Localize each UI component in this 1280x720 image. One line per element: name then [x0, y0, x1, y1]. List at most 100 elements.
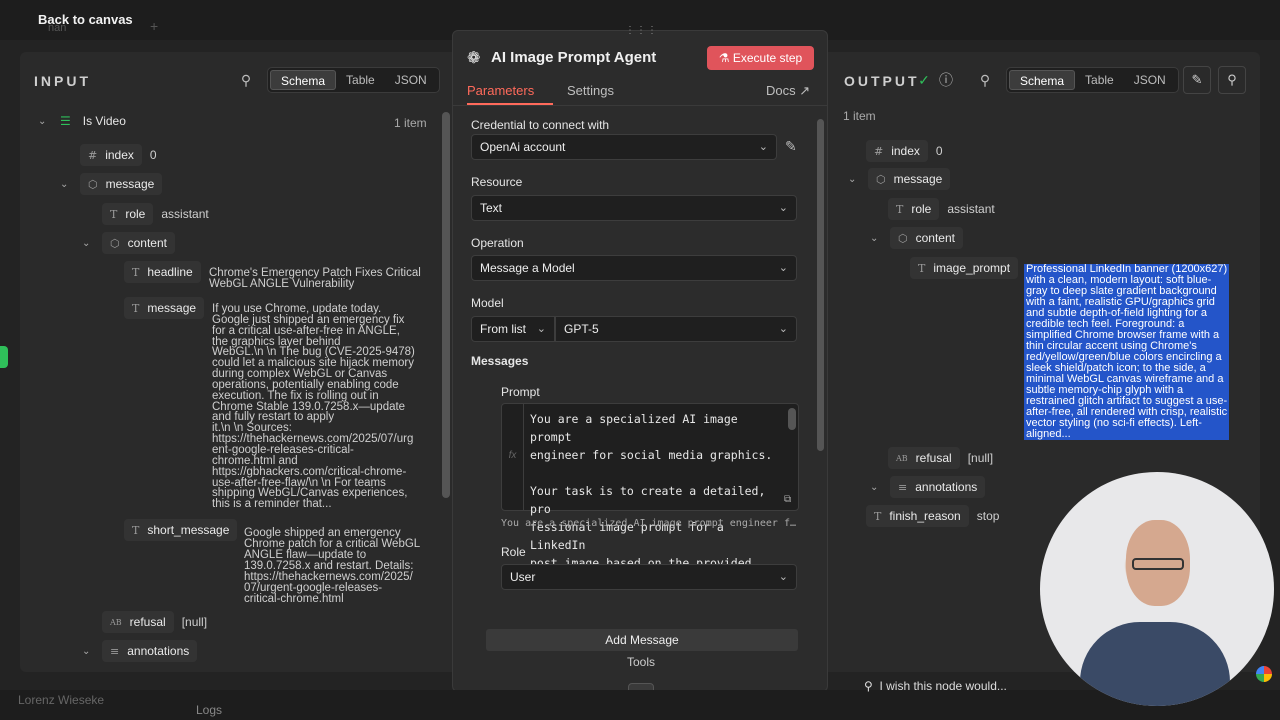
chevron-down-icon[interactable]: ⌄ [82, 238, 96, 249]
field-annotations[interactable]: ≡ annotations [102, 640, 198, 662]
node-row[interactable]: ⌄ ☰ Is Video [38, 114, 126, 128]
chevron-down-icon[interactable]: ⌄ [38, 116, 52, 127]
logs-tab[interactable]: Logs [196, 703, 222, 717]
ab-type-icon: AB [896, 453, 908, 463]
field-value: assistant [161, 207, 209, 221]
output-view-tabs: Schema Table JSON [1006, 67, 1179, 93]
chevron-down-icon[interactable]: ⌄ [870, 233, 884, 244]
field-content[interactable]: ⬡ content [102, 232, 175, 254]
tab-schema[interactable]: Schema [1009, 70, 1076, 90]
edit-pencil-icon[interactable]: ✎ [1183, 66, 1211, 94]
node-name: Is Video [82, 114, 126, 128]
drag-handle-icon[interactable]: ⋮⋮⋮ [625, 25, 658, 36]
search-icon[interactable]: ⚲ [234, 68, 258, 92]
field-refusal[interactable]: AB refusal [888, 447, 960, 469]
operation-label: Operation [471, 236, 524, 250]
chevron-down-icon: ⌄ [778, 262, 788, 274]
node-title[interactable]: AI Image Prompt Agent [491, 49, 656, 66]
tab-json[interactable]: JSON [1124, 70, 1176, 90]
field-finish-reason[interactable]: Tfinish_reason [866, 505, 969, 527]
input-title: INPUT [34, 73, 91, 89]
tab-parameters[interactable]: Parameters [467, 83, 534, 98]
openai-icon: ❁ [467, 50, 481, 67]
field-content[interactable]: ⬡ content [890, 227, 963, 249]
credential-label: Credential to connect with [471, 118, 610, 132]
field-refusal[interactable]: AB refusal [102, 611, 174, 633]
input-panel: INPUT ⚲ Schema Table JSON ⌄ ☰ Is Video 1… [20, 52, 452, 672]
role-value: User [510, 570, 536, 584]
chevron-down-icon[interactable]: ⌄ [870, 482, 884, 493]
tab-schema[interactable]: Schema [270, 70, 337, 90]
resource-label: Resource [471, 175, 523, 189]
chrome-logo-icon [1256, 666, 1272, 682]
field-message[interactable]: ⬡ message [80, 173, 163, 195]
modal-scrollbar[interactable] [817, 119, 824, 451]
tab-table[interactable]: Table [1075, 70, 1124, 90]
credential-select[interactable]: OpenAi account ⌄ [471, 134, 777, 160]
field-value: [null] [181, 615, 208, 629]
operation-select[interactable]: Message a Model ⌄ [471, 255, 797, 281]
headline-value: Chrome's Emergency Patch Fixes Critical … [209, 267, 421, 290]
chevron-down-icon[interactable]: ⌄ [848, 174, 862, 185]
hash-icon: # [88, 148, 98, 162]
object-icon: ⬡ [88, 177, 98, 191]
docs-link[interactable]: Docs ↗ [766, 83, 810, 99]
list-icon: ≡ [898, 480, 908, 494]
field-annotations[interactable]: ≡ annotations [890, 476, 986, 498]
prompt-text: You are a specialized AI image prompt en… [530, 412, 773, 588]
chevron-down-icon: ⌄ [758, 141, 768, 153]
object-icon: ⬡ [110, 236, 120, 250]
chevron-down-icon[interactable]: ⌄ [60, 179, 74, 190]
field-image-prompt[interactable]: Timage_prompt [910, 257, 1019, 279]
credential-value: OpenAi account [480, 140, 566, 154]
field-short-message[interactable]: Tshort_message [124, 519, 238, 541]
list-icon: ≡ [110, 644, 120, 658]
info-icon[interactable]: ⓘ [934, 68, 958, 92]
feedback-text: I wish this node would... [879, 679, 1007, 693]
add-message-button[interactable]: Add Message [486, 629, 798, 651]
prompt-textarea[interactable]: fx You are a specialized AI image prompt… [501, 403, 799, 588]
chevron-down-icon: ⌄ [778, 323, 788, 335]
tab-json[interactable]: JSON [385, 70, 437, 90]
prompt-preview: You are a specialized AI image prompt en… [501, 518, 797, 529]
plus-icon[interactable]: + [150, 18, 158, 34]
chevron-down-icon[interactable]: ⌄ [82, 646, 96, 657]
image-prompt-value[interactable]: Professional LinkedIn banner (1200x627) … [1024, 264, 1230, 440]
ghost-label: nan [48, 22, 67, 34]
presenter-shirt [1080, 622, 1230, 706]
chevron-down-icon: ⌄ [536, 323, 546, 335]
input-view-tabs: Schema Table JSON [267, 67, 440, 93]
item-count: 1 item [843, 109, 876, 123]
model-mode-select[interactable]: From list ⌄ [471, 316, 555, 342]
field-headline[interactable]: Theadline [124, 261, 201, 283]
field-message-text[interactable]: Tmessage [124, 297, 205, 319]
role-select[interactable]: User ⌄ [501, 564, 797, 590]
lightbulb-icon: ⚲ [864, 679, 873, 693]
input-scrollbar[interactable] [442, 112, 450, 498]
external-link-icon: ↗ [799, 83, 811, 98]
tab-table[interactable]: Table [336, 70, 385, 90]
pin-icon[interactable]: ⚲ [1218, 66, 1246, 94]
edit-pencil-icon[interactable]: ✎ [785, 138, 797, 155]
resource-select[interactable]: Text ⌄ [471, 195, 797, 221]
operation-value: Message a Model [480, 261, 575, 275]
prompt-scrollbar[interactable] [788, 408, 796, 430]
model-value: GPT-5 [564, 322, 599, 336]
resource-value: Text [480, 201, 503, 215]
model-label: Model [471, 296, 504, 310]
search-icon[interactable]: ⚲ [973, 68, 997, 92]
feedback-link[interactable]: ⚲ I wish this node would... [864, 679, 1007, 693]
field-index[interactable]: # index [80, 144, 142, 166]
execute-step-button[interactable]: ⚗ Execute step [707, 46, 814, 70]
expression-fx-icon: fx [502, 404, 524, 510]
field-message[interactable]: ⬡ message [868, 168, 951, 190]
node-parameters-modal: ⋮⋮⋮ ❁ AI Image Prompt Agent ⚗ Execute st… [452, 25, 828, 692]
field-role[interactable]: Trole [102, 203, 154, 225]
tab-settings[interactable]: Settings [567, 83, 614, 98]
object-icon: ⬡ [898, 231, 908, 245]
model-select[interactable]: GPT-5 ⌄ [555, 316, 797, 342]
field-index[interactable]: # index [866, 140, 928, 162]
field-role[interactable]: Trole [888, 198, 940, 220]
expand-icon[interactable]: ⧉ [784, 494, 791, 505]
field-value: assistant [947, 202, 995, 216]
